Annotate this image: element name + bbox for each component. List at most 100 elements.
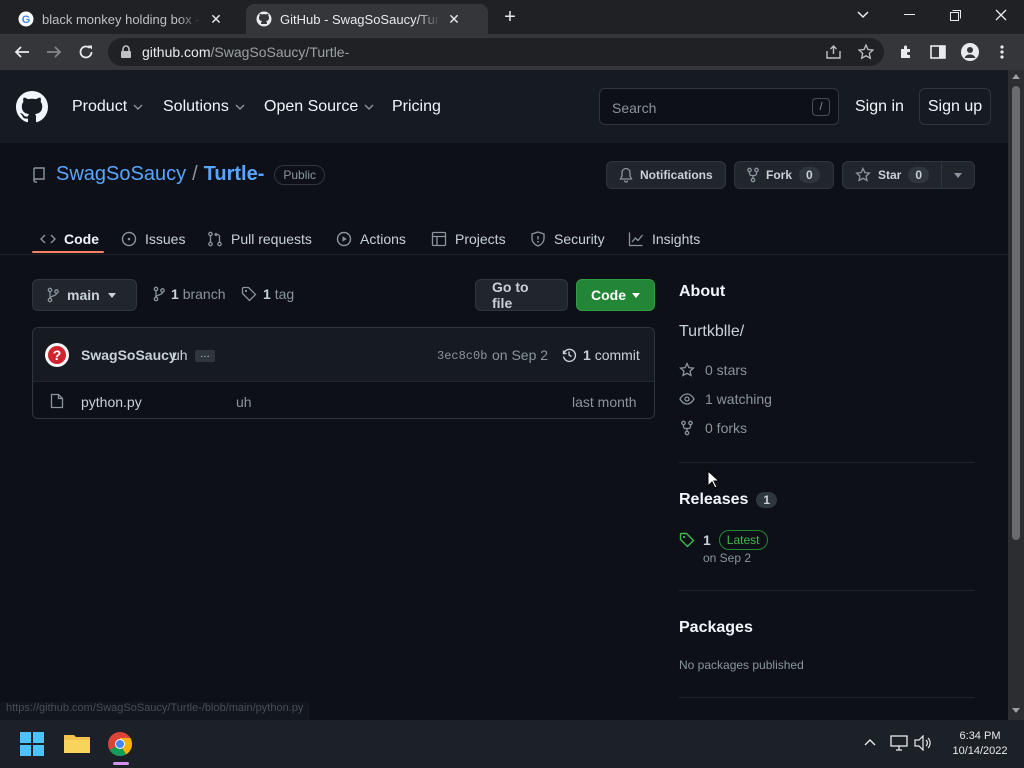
scroll-up-arrow-icon[interactable] [1012, 74, 1020, 79]
nav-pricing[interactable]: Pricing [392, 98, 441, 116]
code-button[interactable]: Code [576, 279, 655, 311]
repo-header: SwagSoSaucy / Turtle- Public Notificatio… [0, 143, 1008, 255]
page-scrollbar[interactable] [1008, 70, 1024, 720]
tab-actions[interactable]: Actions [336, 223, 406, 255]
more-menu-icon[interactable] [990, 40, 1014, 64]
branch-icon [153, 286, 165, 302]
profile-icon[interactable] [958, 40, 982, 64]
fork-button[interactable]: Fork 0 [734, 161, 834, 189]
latest-commit-row: ? SwagSoSaucy uh … 3ec8c0b on Sep 2 1 co… [33, 328, 654, 382]
repo-owner-link[interactable]: SwagSoSaucy [56, 163, 186, 186]
branch-word: branch [182, 286, 226, 302]
github-icon [256, 11, 272, 27]
divider [679, 462, 975, 463]
scroll-down-arrow-icon[interactable] [1012, 708, 1020, 713]
file-explorer-icon[interactable] [64, 732, 90, 754]
nav-solutions-label: Solutions [163, 98, 229, 115]
scrollbar-thumb[interactable] [1012, 86, 1020, 540]
tags-link[interactable]: 1 tag [241, 286, 294, 302]
close-window-button[interactable] [978, 0, 1024, 30]
forward-icon[interactable] [42, 40, 66, 64]
play-circle-icon [336, 231, 352, 247]
commit-author-link[interactable]: SwagSoSaucy [81, 347, 177, 363]
sign-in-link[interactable]: Sign in [855, 98, 904, 116]
watchers-link[interactable]: 1 watching [679, 391, 772, 407]
stars-link[interactable]: 0 stars [679, 362, 747, 378]
notifications-button[interactable]: Notifications [606, 161, 726, 189]
tab-insights[interactable]: Insights [628, 223, 700, 255]
back-icon[interactable] [10, 40, 34, 64]
branches-link[interactable]: 1 branch [153, 286, 226, 302]
commit-message-link[interactable]: uh [172, 347, 188, 363]
notifications-label: Notifications [640, 168, 713, 182]
restore-button[interactable] [932, 0, 978, 30]
commit-sha-link[interactable]: 3ec8c0b [437, 349, 487, 363]
table-icon [431, 231, 447, 247]
tab-search-chevron-icon[interactable] [840, 0, 886, 30]
share-icon[interactable] [826, 45, 842, 59]
avatar[interactable]: ? [45, 343, 69, 367]
network-icon[interactable] [890, 735, 908, 751]
tab-issues[interactable]: Issues [121, 223, 185, 255]
close-tab-icon[interactable]: ✕ [446, 11, 462, 27]
minimize-button[interactable] [886, 0, 932, 30]
releases-heading-link[interactable]: Releases 1 [679, 491, 778, 509]
tab-pull-requests[interactable]: Pull requests [207, 223, 312, 255]
forks-link[interactable]: 0 forks [679, 420, 747, 436]
go-to-file-button[interactable]: Go to file [475, 279, 568, 311]
bookmark-star-icon[interactable] [858, 44, 874, 60]
table-row[interactable]: python.py uh last month [33, 382, 654, 418]
browser-tab-strip: G black monkey holding box - Goo ✕ GitHu… [0, 0, 1024, 34]
reload-icon[interactable] [74, 40, 98, 64]
browser-tab-github[interactable]: GitHub - SwagSoSaucy/Turtle-: T ✕ [246, 4, 488, 34]
file-commit-message[interactable]: uh [236, 394, 252, 410]
volume-icon[interactable] [914, 735, 932, 751]
packages-heading[interactable]: Packages [679, 619, 753, 637]
chrome-taskbar-icon[interactable] [108, 732, 132, 756]
google-icon: G [18, 11, 34, 27]
repo-name-link[interactable]: Turtle- [204, 163, 265, 186]
commit-count: 1 [583, 347, 591, 363]
tag-icon [679, 532, 695, 548]
star-list-dropdown[interactable] [941, 161, 975, 189]
side-panel-icon[interactable] [926, 40, 950, 64]
branch-name: main [67, 287, 100, 303]
file-icon [50, 393, 64, 409]
address-bar[interactable]: github.com/SwagSoSaucy/Turtle- [108, 38, 884, 66]
repo-separator: / [192, 163, 198, 185]
nav-solutions[interactable]: Solutions [163, 98, 245, 116]
search-input[interactable]: Search / [599, 88, 839, 125]
packages-empty-text: No packages published [679, 658, 804, 672]
close-tab-icon[interactable]: ✕ [208, 11, 224, 27]
repo-icon [32, 166, 46, 183]
forks-count: 0 forks [705, 420, 748, 436]
caret-down-icon [107, 292, 116, 298]
latest-release-link[interactable]: 1 Latest [679, 530, 768, 550]
star-button[interactable]: Star 0 [842, 161, 942, 189]
active-app-indicator [113, 762, 129, 765]
sign-up-button[interactable]: Sign up [919, 88, 991, 125]
new-tab-button[interactable]: + [500, 7, 520, 27]
nav-open-source[interactable]: Open Source [264, 98, 374, 116]
star-icon [679, 362, 695, 378]
browser-tab-google[interactable]: G black monkey holding box - Goo ✕ [8, 4, 244, 34]
file-date: last month [572, 394, 637, 410]
extensions-icon[interactable] [894, 40, 918, 64]
tab-security[interactable]: Security [530, 223, 605, 255]
latest-badge: Latest [718, 530, 768, 550]
commits-history-link[interactable]: 1 commit [561, 347, 640, 363]
github-logo-icon[interactable] [16, 91, 48, 123]
chevron-up-icon[interactable] [864, 738, 876, 746]
file-name-link[interactable]: python.py [81, 394, 142, 410]
fork-label: Fork [766, 168, 793, 182]
windows-start-icon[interactable] [20, 732, 44, 756]
tab-projects[interactable]: Projects [431, 223, 506, 255]
star-count: 0 [908, 167, 930, 183]
branch-select-button[interactable]: main [32, 279, 137, 311]
nav-product[interactable]: Product [72, 98, 143, 116]
tab-insights-label: Insights [652, 231, 701, 247]
releases-count: 1 [756, 492, 778, 508]
commit-expand-button[interactable]: … [195, 350, 215, 362]
taskbar-clock[interactable]: 6:34 PM 10/14/2022 [944, 729, 1016, 759]
windows-taskbar: 6:34 PM 10/14/2022 [0, 720, 1024, 768]
